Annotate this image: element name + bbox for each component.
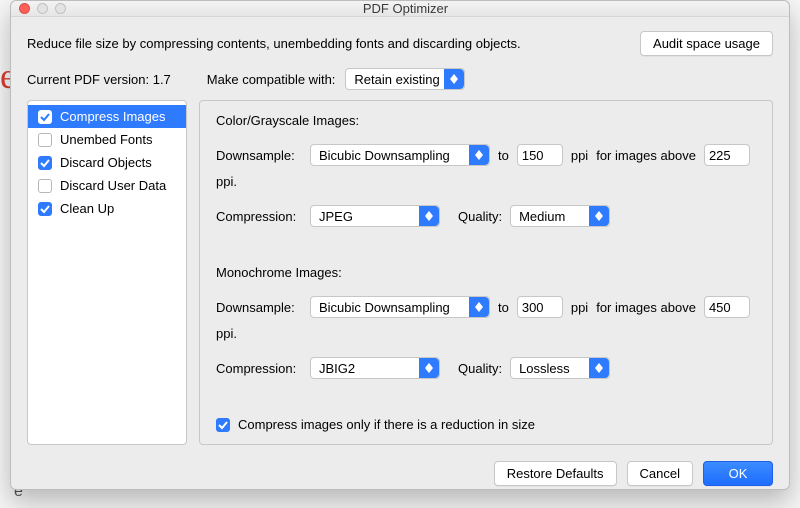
monochrome-title: Monochrome Images: (216, 265, 756, 280)
color-compression-select[interactable]: JPEG (310, 205, 440, 227)
ok-button[interactable]: OK (703, 461, 773, 486)
make-compatible-value: Retain existing (354, 72, 439, 87)
current-pdf-version-label: Current PDF version: 1.7 (27, 72, 171, 87)
to-label: to (498, 148, 509, 163)
checkbox-icon[interactable] (38, 110, 52, 124)
compression-label: Compression: (216, 209, 302, 224)
sidebar-item-label: Compress Images (60, 109, 165, 124)
chevron-updown-icon (469, 297, 489, 317)
description-text: Reduce file size by compressing contents… (27, 36, 640, 51)
sidebar-item-label: Unembed Fonts (60, 132, 153, 147)
close-window-icon[interactable] (19, 3, 30, 14)
only-if-reduction-checkbox[interactable] (216, 418, 230, 432)
current-pdf-version-value: 1.7 (153, 72, 171, 87)
restore-defaults-button[interactable]: Restore Defaults (494, 461, 617, 486)
to-label: to (498, 300, 509, 315)
checkbox-icon[interactable] (38, 133, 52, 147)
mono-above-ppi-input[interactable] (704, 296, 750, 318)
ppi-label: ppi (571, 148, 588, 163)
titlebar: PDF Optimizer (11, 1, 789, 17)
for-images-above-label: for images above (596, 300, 696, 315)
chevron-updown-icon (444, 69, 464, 89)
chevron-updown-icon (419, 206, 439, 226)
chevron-updown-icon (589, 206, 609, 226)
window-title: PDF Optimizer (30, 1, 781, 16)
checkbox-icon[interactable] (38, 202, 52, 216)
compression-label: Compression: (216, 361, 302, 376)
chevron-updown-icon (589, 358, 609, 378)
sidebar-item-label: Discard Objects (60, 155, 152, 170)
category-sidebar: Compress Images Unembed Fonts Discard Ob… (27, 100, 187, 445)
downsample-label: Downsample: (216, 300, 302, 315)
color-grayscale-title: Color/Grayscale Images: (216, 113, 756, 128)
make-compatible-select[interactable]: Retain existing (345, 68, 464, 90)
chevron-updown-icon (469, 145, 489, 165)
quality-label: Quality: (458, 361, 502, 376)
mono-compression-select[interactable]: JBIG2 (310, 357, 440, 379)
color-quality-select[interactable]: Medium (510, 205, 610, 227)
optimizer-sheet: PDF Optimizer Reduce file size by compre… (10, 0, 790, 490)
only-if-reduction-label: Compress images only if there is a reduc… (238, 417, 535, 432)
sidebar-item-discard-objects[interactable]: Discard Objects (28, 151, 186, 174)
ppi-end-label: ppi. (216, 174, 237, 189)
downsample-label: Downsample: (216, 148, 302, 163)
only-if-reduction-row: Compress images only if there is a reduc… (216, 417, 756, 432)
settings-panel: Color/Grayscale Images: Downsample: Bicu… (199, 100, 773, 445)
chevron-updown-icon (419, 358, 439, 378)
mono-quality-select[interactable]: Lossless (510, 357, 610, 379)
for-images-above-label: for images above (596, 148, 696, 163)
color-downsample-method-select[interactable]: Bicubic Downsampling (310, 144, 490, 166)
quality-label: Quality: (458, 209, 502, 224)
sidebar-item-clean-up[interactable]: Clean Up (28, 197, 186, 220)
sidebar-item-unembed-fonts[interactable]: Unembed Fonts (28, 128, 186, 151)
mono-target-ppi-input[interactable] (517, 296, 563, 318)
color-above-ppi-input[interactable] (704, 144, 750, 166)
checkbox-icon[interactable] (38, 156, 52, 170)
ppi-end-label: ppi. (216, 326, 237, 341)
sidebar-item-label: Discard User Data (60, 178, 166, 193)
cancel-button[interactable]: Cancel (627, 461, 693, 486)
sidebar-item-compress-images[interactable]: Compress Images (28, 105, 186, 128)
color-target-ppi-input[interactable] (517, 144, 563, 166)
make-compatible-label: Make compatible with: (207, 72, 336, 87)
checkbox-icon[interactable] (38, 179, 52, 193)
ppi-label: ppi (571, 300, 588, 315)
sidebar-item-discard-user-data[interactable]: Discard User Data (28, 174, 186, 197)
mono-downsample-method-select[interactable]: Bicubic Downsampling (310, 296, 490, 318)
audit-space-usage-button[interactable]: Audit space usage (640, 31, 773, 56)
sidebar-item-label: Clean Up (60, 201, 114, 216)
